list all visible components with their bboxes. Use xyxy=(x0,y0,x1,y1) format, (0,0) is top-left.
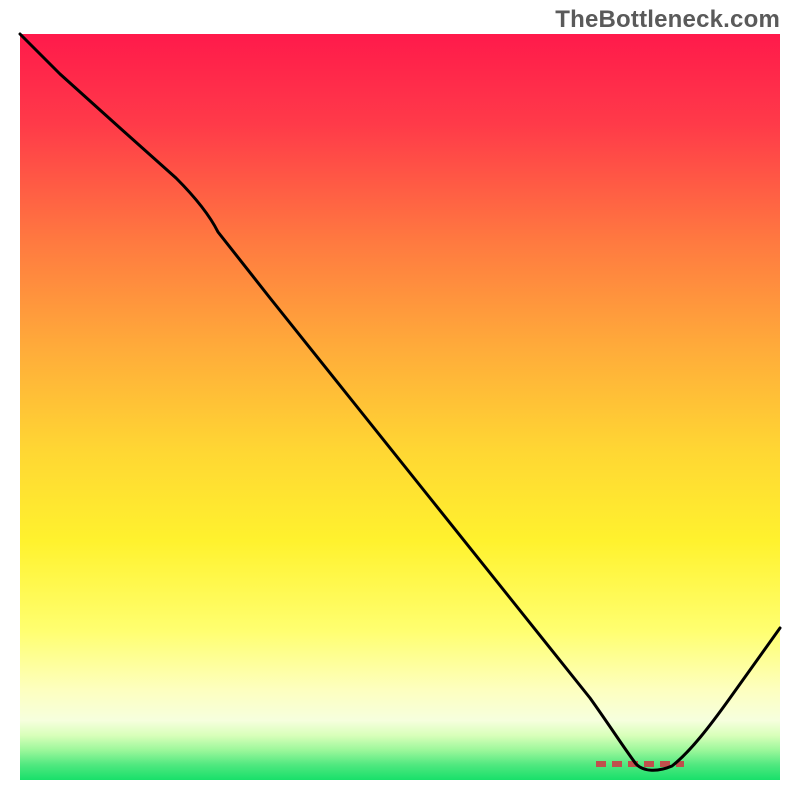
bottleneck-chart: TheBottleneck.com xyxy=(0,0,800,800)
watermark-text: TheBottleneck.com xyxy=(555,6,780,34)
chart-svg xyxy=(0,0,800,800)
plot-background xyxy=(20,34,780,780)
